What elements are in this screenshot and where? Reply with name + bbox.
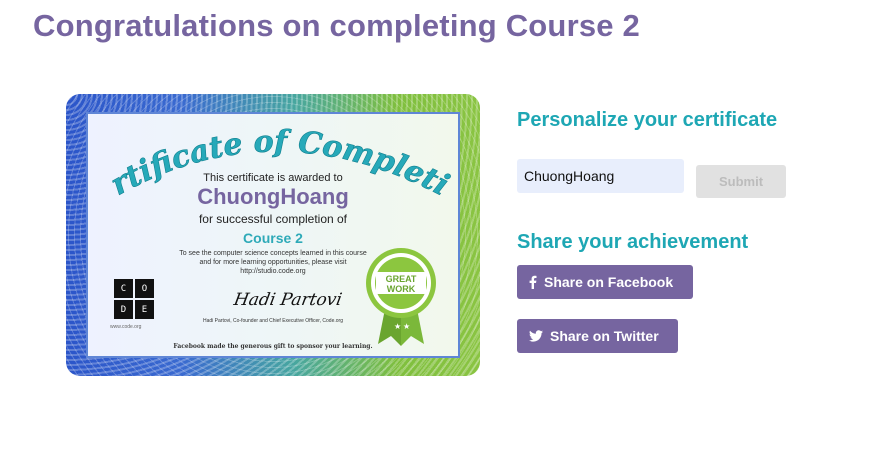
certificate-image: Certificate of Completion This certifica… (54, 67, 480, 376)
share-heading: Share your achievement (517, 231, 749, 253)
code-logo-letter: C (114, 279, 133, 298)
certificate-student-name: ChuongHoang (197, 184, 349, 209)
code-logo-letter: D (114, 300, 133, 319)
signature: Hadi Partovi (232, 290, 344, 310)
badge-text-bottom: WORK (387, 284, 416, 294)
code-logo-url: www.code.org (110, 324, 142, 330)
code-logo-letter: O (135, 279, 154, 298)
badge-text-top: GREAT (386, 274, 417, 284)
certificate-course-name: Course 2 (243, 230, 303, 246)
code-logo: C O D E (114, 279, 154, 319)
twitter-icon (529, 330, 543, 342)
badge-star-icon: ★ (403, 322, 410, 331)
submit-button[interactable]: Submit (696, 165, 786, 198)
great-work-badge-icon: GREAT WORK ★ ★ (366, 248, 436, 346)
page-title: Congratulations on completing Course 2 (33, 8, 640, 43)
facebook-icon (529, 275, 537, 289)
share-facebook-button[interactable]: Share on Facebook (517, 265, 693, 299)
share-twitter-button[interactable]: Share on Twitter (517, 319, 678, 353)
badge-star-icon: ★ (394, 322, 401, 331)
personalize-heading: Personalize your certificate (517, 109, 778, 131)
code-logo-letter: E (135, 300, 154, 319)
certificate-completion-line: for successful completion of (198, 212, 348, 226)
certificate-name-input[interactable] (517, 159, 684, 193)
share-facebook-label: Share on Facebook (544, 274, 674, 290)
share-twitter-label: Share on Twitter (550, 328, 659, 344)
certificate-awarded-line: This certificate is awarded to (203, 172, 343, 184)
